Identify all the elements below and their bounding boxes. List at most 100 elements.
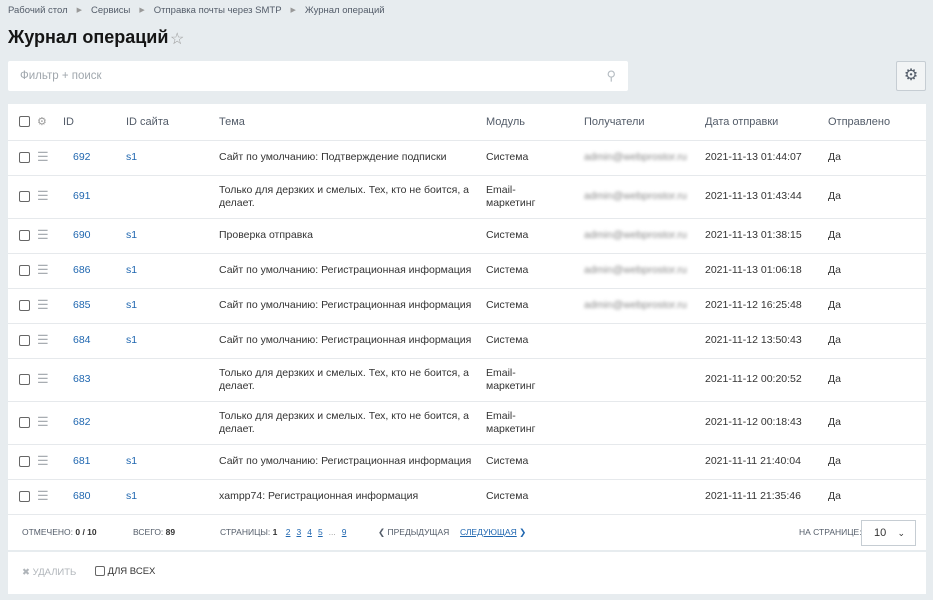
row-menu-icon[interactable]: ☰ xyxy=(37,297,49,312)
row-id-link[interactable]: 682 xyxy=(73,416,91,428)
row-module: Система xyxy=(485,140,583,175)
row-sent: Да xyxy=(827,358,926,401)
breadcrumb: Рабочий стол ▶ Сервисы ▶ Отправка почты че… xyxy=(8,5,385,17)
row-module: Email-маркетинг xyxy=(485,401,583,444)
current-page: 1 xyxy=(273,527,278,537)
for-all-checkbox-wrap[interactable]: для всех xyxy=(95,566,155,577)
row-site[interactable]: s1 xyxy=(126,299,137,311)
row-recipients: admin@webprostor.ru xyxy=(584,190,687,202)
row-subject: Сайт по умолчанию: Регистрационная инфор… xyxy=(218,253,485,288)
row-site[interactable]: s1 xyxy=(126,334,137,346)
page-ellipsis: ... xyxy=(329,527,336,537)
star-icon[interactable]: ☆ xyxy=(170,29,184,49)
select-all-checkbox[interactable] xyxy=(19,116,30,127)
page-link[interactable]: 5 xyxy=(318,527,323,537)
table-row[interactable]: ☰ 681 s1 Сайт по умолчанию: Регистрацион… xyxy=(8,444,926,479)
row-checkbox[interactable] xyxy=(19,300,30,311)
row-subject: Проверка отправка xyxy=(218,218,485,253)
row-sent: Да xyxy=(827,401,926,444)
column-header-site[interactable]: ID сайта xyxy=(125,104,218,140)
delete-button[interactable]: ✖ Удалить xyxy=(22,567,76,578)
column-header-subject[interactable]: Тема xyxy=(218,104,485,140)
row-checkbox[interactable] xyxy=(19,265,30,276)
row-subject: xampp74: Регистрационная информация xyxy=(218,479,485,514)
row-site[interactable]: s1 xyxy=(126,229,137,241)
row-checkbox[interactable] xyxy=(19,456,30,467)
row-checkbox[interactable] xyxy=(19,491,30,502)
table-row[interactable]: ☰ 680 s1 xampp74: Регистрационная информ… xyxy=(8,479,926,514)
page-link[interactable]: 4 xyxy=(307,527,312,537)
row-id-link[interactable]: 683 xyxy=(73,373,91,385)
row-checkbox[interactable] xyxy=(19,191,30,202)
table-row[interactable]: ☰ 685 s1 Сайт по умолчанию: Регистрацион… xyxy=(8,288,926,323)
column-header-date[interactable]: Дата отправки xyxy=(704,104,827,140)
page-link[interactable]: 3 xyxy=(296,527,301,537)
row-id-link[interactable]: 685 xyxy=(73,299,91,311)
row-recipients: admin@webprostor.ru xyxy=(584,151,687,163)
table-row[interactable]: ☰ 690 s1 Проверка отправка Система admin… xyxy=(8,218,926,253)
row-menu-icon[interactable]: ☰ xyxy=(37,414,49,429)
table-row[interactable]: ☰ 683 Только для дерзких и смелых. Тех, … xyxy=(8,358,926,401)
table-row[interactable]: ☰ 691 Только для дерзких и смелых. Тех, … xyxy=(8,175,926,218)
filter-search-input[interactable]: Фильтр + поиск⚲ xyxy=(8,61,628,91)
column-header-module[interactable]: Модуль xyxy=(485,104,583,140)
row-sent: Да xyxy=(827,323,926,358)
breadcrumb-item[interactable]: Рабочий стол xyxy=(8,5,68,17)
row-menu-icon[interactable]: ☰ xyxy=(37,188,49,203)
table-row[interactable]: ☰ 682 Только для дерзких и смелых. Тех, … xyxy=(8,401,926,444)
row-checkbox[interactable] xyxy=(19,417,30,428)
row-menu-icon[interactable]: ☰ xyxy=(37,453,49,468)
row-menu-icon[interactable]: ☰ xyxy=(37,332,49,347)
row-id-link[interactable]: 680 xyxy=(73,490,91,502)
chevron-right-icon: ▶ xyxy=(77,5,82,17)
table-row[interactable]: ☰ 684 s1 Сайт по умолчанию: Регистрацион… xyxy=(8,323,926,358)
chevron-right-icon: ▶ xyxy=(139,5,144,17)
page-link[interactable]: 2 xyxy=(286,527,291,537)
row-site[interactable]: s1 xyxy=(126,490,137,502)
row-checkbox[interactable] xyxy=(19,335,30,346)
row-id-link[interactable]: 692 xyxy=(73,151,91,163)
table-row[interactable]: ☰ 692 s1 Сайт по умолчанию: Подтверждени… xyxy=(8,140,926,175)
row-recipients: admin@webprostor.ru xyxy=(584,229,687,241)
row-id-link[interactable]: 681 xyxy=(73,455,91,467)
row-module: Email-маркетинг xyxy=(485,358,583,401)
row-site[interactable]: s1 xyxy=(126,455,137,467)
row-menu-icon[interactable]: ☰ xyxy=(37,488,49,503)
for-all-checkbox[interactable] xyxy=(95,566,105,576)
row-id-link[interactable]: 684 xyxy=(73,334,91,346)
row-id-link[interactable]: 686 xyxy=(73,264,91,276)
row-date: 2021-11-11 21:35:46 xyxy=(704,479,827,514)
row-checkbox[interactable] xyxy=(19,374,30,385)
row-menu-icon[interactable]: ☰ xyxy=(37,149,49,164)
row-menu-icon[interactable]: ☰ xyxy=(37,262,49,277)
search-icon[interactable]: ⚲ xyxy=(606,61,616,91)
settings-button[interactable]: ⚙ xyxy=(896,61,926,91)
breadcrumb-item[interactable]: Отправка почты через SMTP xyxy=(154,5,282,17)
row-menu-icon[interactable]: ☰ xyxy=(37,371,49,386)
table-row[interactable]: ☰ 686 s1 Сайт по умолчанию: Регистрацион… xyxy=(8,253,926,288)
per-page-select[interactable]: 10⌄ xyxy=(861,520,916,546)
column-header-sent[interactable]: Отправлено xyxy=(827,104,926,140)
operations-table-panel: ⚙ ID ID сайта Тема Модуль Получатели Дат… xyxy=(8,104,926,550)
row-menu-icon[interactable]: ☰ xyxy=(37,227,49,242)
page-link[interactable]: 9 xyxy=(342,527,347,537)
row-checkbox[interactable] xyxy=(19,152,30,163)
breadcrumb-item[interactable]: Сервисы xyxy=(91,5,130,17)
row-sent: Да xyxy=(827,444,926,479)
next-page-button[interactable]: Следующая ❯ xyxy=(460,527,526,538)
row-checkbox[interactable] xyxy=(19,230,30,241)
checked-count: Отмечено: 0 / 10 xyxy=(22,527,97,537)
row-id-link[interactable]: 691 xyxy=(73,190,91,202)
breadcrumb-item[interactable]: Журнал операций xyxy=(305,5,385,17)
column-header-id[interactable]: ID xyxy=(62,104,125,140)
row-sent: Да xyxy=(827,218,926,253)
page-title: Журнал операций xyxy=(8,27,168,48)
row-sent: Да xyxy=(827,253,926,288)
row-site[interactable]: s1 xyxy=(126,264,137,276)
prev-page-button[interactable]: ❮ Предыдущая xyxy=(378,527,449,538)
row-subject: Сайт по умолчанию: Регистрационная инфор… xyxy=(218,444,485,479)
row-id-link[interactable]: 690 xyxy=(73,229,91,241)
column-header-recipients[interactable]: Получатели xyxy=(583,104,704,140)
row-site[interactable]: s1 xyxy=(126,151,137,163)
gear-icon[interactable]: ⚙ xyxy=(37,116,47,128)
